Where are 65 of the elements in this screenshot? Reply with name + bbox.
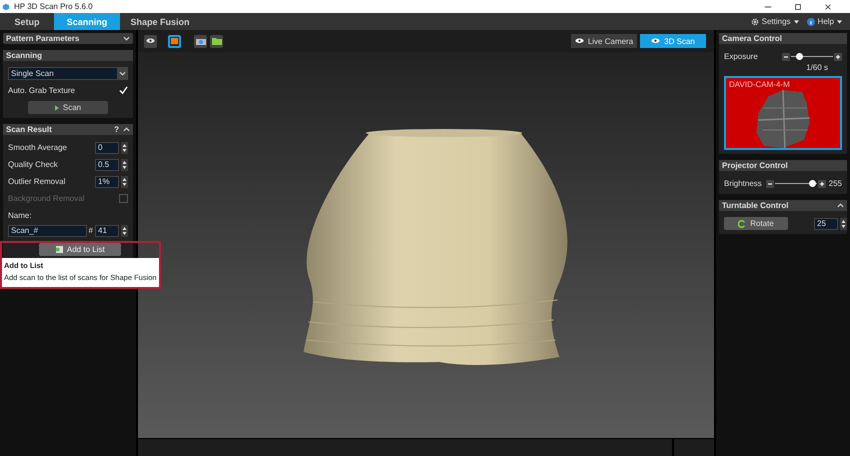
camera-icon[interactable] [194, 34, 207, 48]
eye-icon [574, 38, 584, 44]
slider-label: Brightness [724, 179, 763, 188]
list-icon [56, 246, 63, 253]
spinner-arrows[interactable] [840, 218, 847, 230]
dropdown-arrow-icon [837, 20, 842, 24]
number-field[interactable]: 1% [95, 176, 119, 188]
app-icon [2, 2, 10, 10]
rotate-icon [738, 220, 746, 228]
field-label: Name: [8, 211, 33, 220]
add-to-list-button[interactable]: Add to List [39, 243, 122, 256]
camera-name: DAVID-CAM-4-M [729, 80, 790, 89]
brightness-slider[interactable] [766, 180, 826, 188]
parameter-label: Outlier Removal [8, 177, 66, 186]
number-field[interactable]: 25 [814, 218, 838, 230]
menu-button[interactable]: Help [806, 13, 842, 30]
image-icon[interactable] [168, 34, 181, 48]
section-header[interactable]: Scanning [3, 50, 133, 61]
settings-icon [750, 18, 759, 26]
eye-icon [651, 38, 660, 44]
slider-label: Exposure [724, 52, 759, 61]
menu-button[interactable]: Settings [750, 13, 799, 30]
plus-icon[interactable] [818, 180, 826, 188]
brightness-reading: 255 [828, 179, 842, 188]
parameter-label: Smooth Average [8, 143, 68, 152]
option-label: Background Removal [8, 194, 86, 203]
view-mode-button[interactable]: Live Camera [571, 34, 637, 48]
plus-icon[interactable] [834, 52, 842, 60]
help-button[interactable]: ? [114, 125, 119, 134]
collapse-icon[interactable] [123, 127, 130, 132]
hash-label: # [88, 226, 93, 235]
expand-icon[interactable] [118, 71, 126, 76]
section-header[interactable]: Turntable Control [719, 200, 847, 211]
number-field[interactable]: 41 [95, 224, 119, 236]
play-icon [54, 104, 59, 110]
rotate-button[interactable]: Rotate [724, 217, 788, 230]
window-title: HP 3D Scan Pro 5.6.0 [14, 2, 93, 11]
parameter-label: Quality Check [8, 160, 59, 169]
spinner-arrows[interactable] [121, 176, 128, 188]
status-bar [674, 439, 714, 456]
mode-dropdown[interactable]: Single Scan [8, 67, 128, 80]
number-field[interactable]: 0.5 [95, 158, 119, 170]
option-label: Auto. Grab Texture [8, 86, 76, 95]
folder-icon[interactable] [210, 34, 223, 48]
section-header[interactable]: Projector Control [719, 160, 847, 171]
number-field[interactable]: 0 [95, 142, 119, 154]
dropdown-arrow-icon [794, 20, 799, 24]
exposure-reading: 1/60 s [805, 63, 829, 72]
section-header[interactable]: Camera Control [719, 33, 847, 44]
collapse-icon[interactable] [837, 203, 844, 208]
eye-icon[interactable] [144, 34, 157, 48]
help-icon [806, 18, 815, 26]
section-header[interactable]: Scan Result ? [3, 124, 133, 135]
minus-icon[interactable] [782, 52, 790, 60]
exposure-slider[interactable] [782, 52, 842, 60]
minus-icon[interactable] [766, 180, 774, 188]
spinner-arrows[interactable] [121, 142, 128, 154]
name-field[interactable]: Scan_# [8, 224, 87, 236]
scan-button[interactable]: Scan [28, 101, 108, 114]
maximize-icon[interactable] [794, 2, 802, 10]
expand-icon[interactable] [123, 36, 130, 41]
section-header[interactable]: Pattern Parameters [3, 33, 133, 44]
spinner-arrows[interactable] [121, 158, 128, 170]
spinner-arrows[interactable] [121, 224, 128, 236]
close-icon[interactable] [824, 2, 832, 10]
